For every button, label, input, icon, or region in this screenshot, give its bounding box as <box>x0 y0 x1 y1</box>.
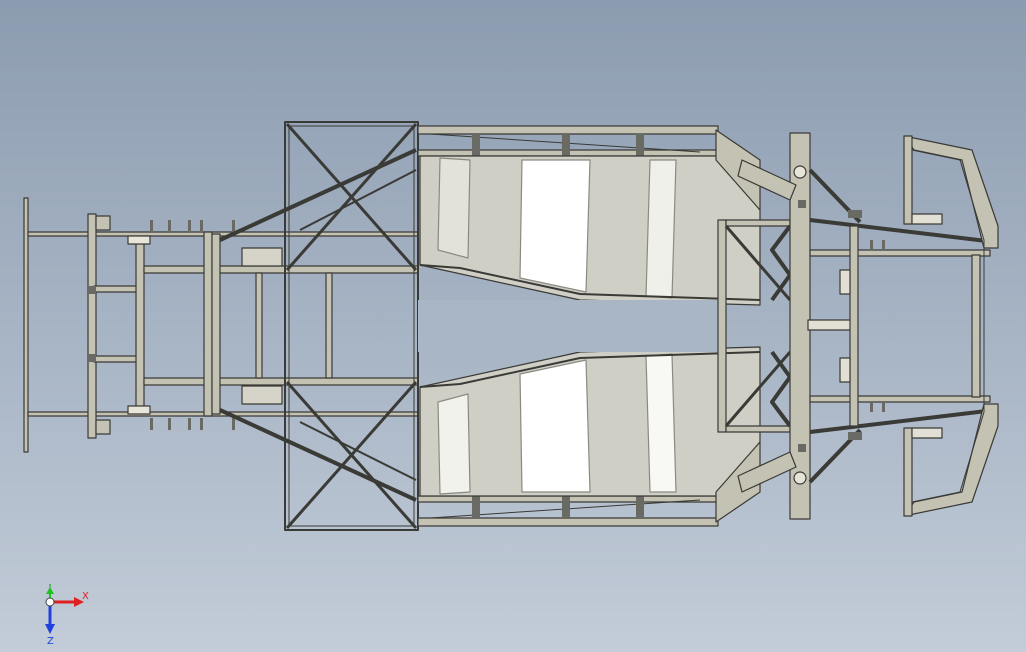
z-axis-arrow <box>45 602 55 634</box>
coordinate-triad: X Y Z <box>45 584 89 644</box>
x-axis-label: X <box>82 591 89 602</box>
y-axis-label: Y <box>46 584 54 591</box>
chassis-model[interactable] <box>0 0 1026 652</box>
x-axis-arrow <box>50 597 84 607</box>
cad-viewport[interactable]: X Y Z <box>0 0 1026 652</box>
z-axis-label: Z <box>47 636 54 644</box>
